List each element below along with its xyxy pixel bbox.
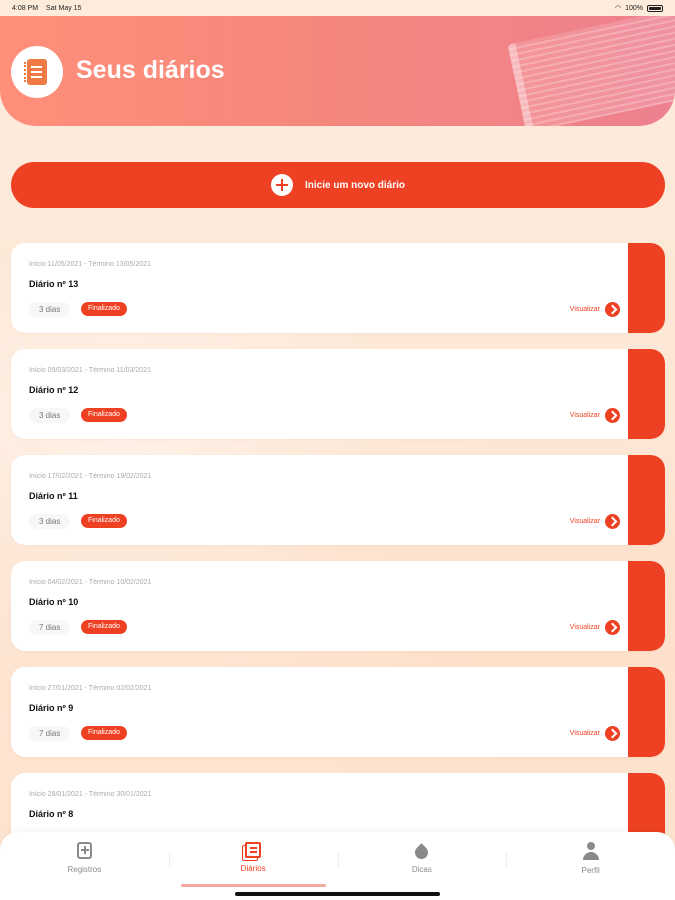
header-notebook-illustration <box>507 16 675 126</box>
view-label: Visualizar <box>569 518 600 525</box>
battery-percent: 100% <box>625 4 643 12</box>
drop-icon <box>412 843 432 862</box>
status-badge: Finalizado <box>81 726 127 740</box>
card-accent-stripe <box>628 667 665 757</box>
user-icon <box>582 842 600 860</box>
diary-card[interactable]: Início 09/03/2021 - Término 11/03/2021 D… <box>11 349 665 439</box>
diary-dates: Início 04/02/2021 - Término 10/02/2021 <box>29 579 152 586</box>
status-badge: Finalizado <box>81 620 127 634</box>
diary-title: Diário nº 12 <box>29 385 79 395</box>
diary-card[interactable]: Início 11/05/2021 - Término 13/05/2021 D… <box>11 243 665 333</box>
diary-title: Diário nº 13 <box>29 279 79 289</box>
view-diary-link[interactable]: Visualizar <box>570 302 620 317</box>
header: Seus diários <box>0 16 675 126</box>
view-label: Visualizar <box>569 306 600 313</box>
view-diary-link[interactable]: Visualizar <box>570 514 620 529</box>
view-diary-link[interactable]: Visualizar <box>570 726 620 741</box>
new-diary-button[interactable]: Inicie um novo diário <box>11 162 665 208</box>
diary-dates: Início 28/01/2021 - Término 30/01/2021 <box>29 791 152 798</box>
status-date: Sat May 15 <box>46 4 82 12</box>
days-chip: 3 dias <box>29 302 71 317</box>
new-diary-label: Inicie um novo diário <box>304 179 405 191</box>
days-chip: 7 dias <box>29 620 71 635</box>
view-label: Visualizar <box>569 412 600 419</box>
chevron-right-icon <box>605 302 620 317</box>
card-accent-stripe <box>628 243 665 333</box>
notebook-icon <box>24 59 47 85</box>
status-badge: Finalizado <box>81 302 127 316</box>
page-title: Seus diários <box>76 56 225 84</box>
diary-card[interactable]: Início 27/01/2021 - Término 02/02/2021 D… <box>11 667 665 757</box>
diary-title: Diário nº 9 <box>29 703 74 713</box>
tab-label: Perfil <box>581 866 600 875</box>
status-badge: Finalizado <box>81 408 127 422</box>
bottom-tab-bar: Registros Diários Dicas Perfil <box>0 832 675 900</box>
tab-registros[interactable]: Registros <box>0 832 169 900</box>
diary-dates: Início 09/03/2021 - Término 11/03/2021 <box>29 367 151 374</box>
status-time: 4:08 PM <box>12 4 39 12</box>
battery-icon <box>647 4 663 12</box>
plus-icon <box>270 174 293 196</box>
days-chip: 3 dias <box>29 514 71 529</box>
view-diary-link[interactable]: Visualizar <box>570 620 620 635</box>
diaries-icon <box>245 842 262 858</box>
chevron-right-icon <box>605 620 620 635</box>
tab-perfil[interactable]: Perfil <box>506 832 675 900</box>
view-label: Visualizar <box>569 624 600 631</box>
card-accent-stripe <box>628 455 665 545</box>
tab-dicas[interactable]: Dicas <box>337 832 507 900</box>
wifi-icon: ◠ <box>614 5 622 12</box>
diary-title: Diário nº 8 <box>29 809 74 819</box>
diary-dates: Início 11/05/2021 - Término 13/05/2021 <box>29 261 151 268</box>
status-badge: Finalizado <box>81 514 127 528</box>
diary-title: Diário nº 10 <box>29 597 79 607</box>
tab-label: Diários <box>240 864 266 873</box>
diary-card[interactable]: Início 17/02/2021 - Término 19/02/2021 D… <box>11 455 665 545</box>
card-accent-stripe <box>628 561 665 651</box>
view-label: Visualizar <box>569 730 600 737</box>
tab-label: Registros <box>67 865 102 874</box>
chevron-right-icon <box>605 514 620 529</box>
status-bar: 4:08 PM Sat May 15 ◠ 100% <box>0 0 675 16</box>
chevron-right-icon <box>605 408 620 423</box>
status-right: ◠ 100% <box>615 4 663 12</box>
chevron-right-icon <box>605 726 620 741</box>
days-chip: 7 dias <box>29 726 71 741</box>
diary-dates: Início 27/01/2021 - Término 02/02/2021 <box>29 685 152 692</box>
days-chip: 3 dias <box>29 408 71 423</box>
view-diary-link[interactable]: Visualizar <box>570 408 620 423</box>
add-record-icon <box>76 842 92 859</box>
status-left: 4:08 PM Sat May 15 <box>12 5 87 12</box>
tab-diarios[interactable]: Diários <box>168 832 338 900</box>
diary-list: Início 11/05/2021 - Término 13/05/2021 D… <box>11 243 665 879</box>
diary-card[interactable]: Início 04/02/2021 - Término 10/02/2021 D… <box>11 561 665 651</box>
home-indicator <box>235 892 440 896</box>
app-logo <box>11 46 63 98</box>
diary-title: Diário nº 11 <box>29 491 78 501</box>
tab-label: Dicas <box>411 865 432 874</box>
card-accent-stripe <box>628 349 665 439</box>
diary-dates: Início 17/02/2021 - Término 19/02/2021 <box>29 473 152 480</box>
